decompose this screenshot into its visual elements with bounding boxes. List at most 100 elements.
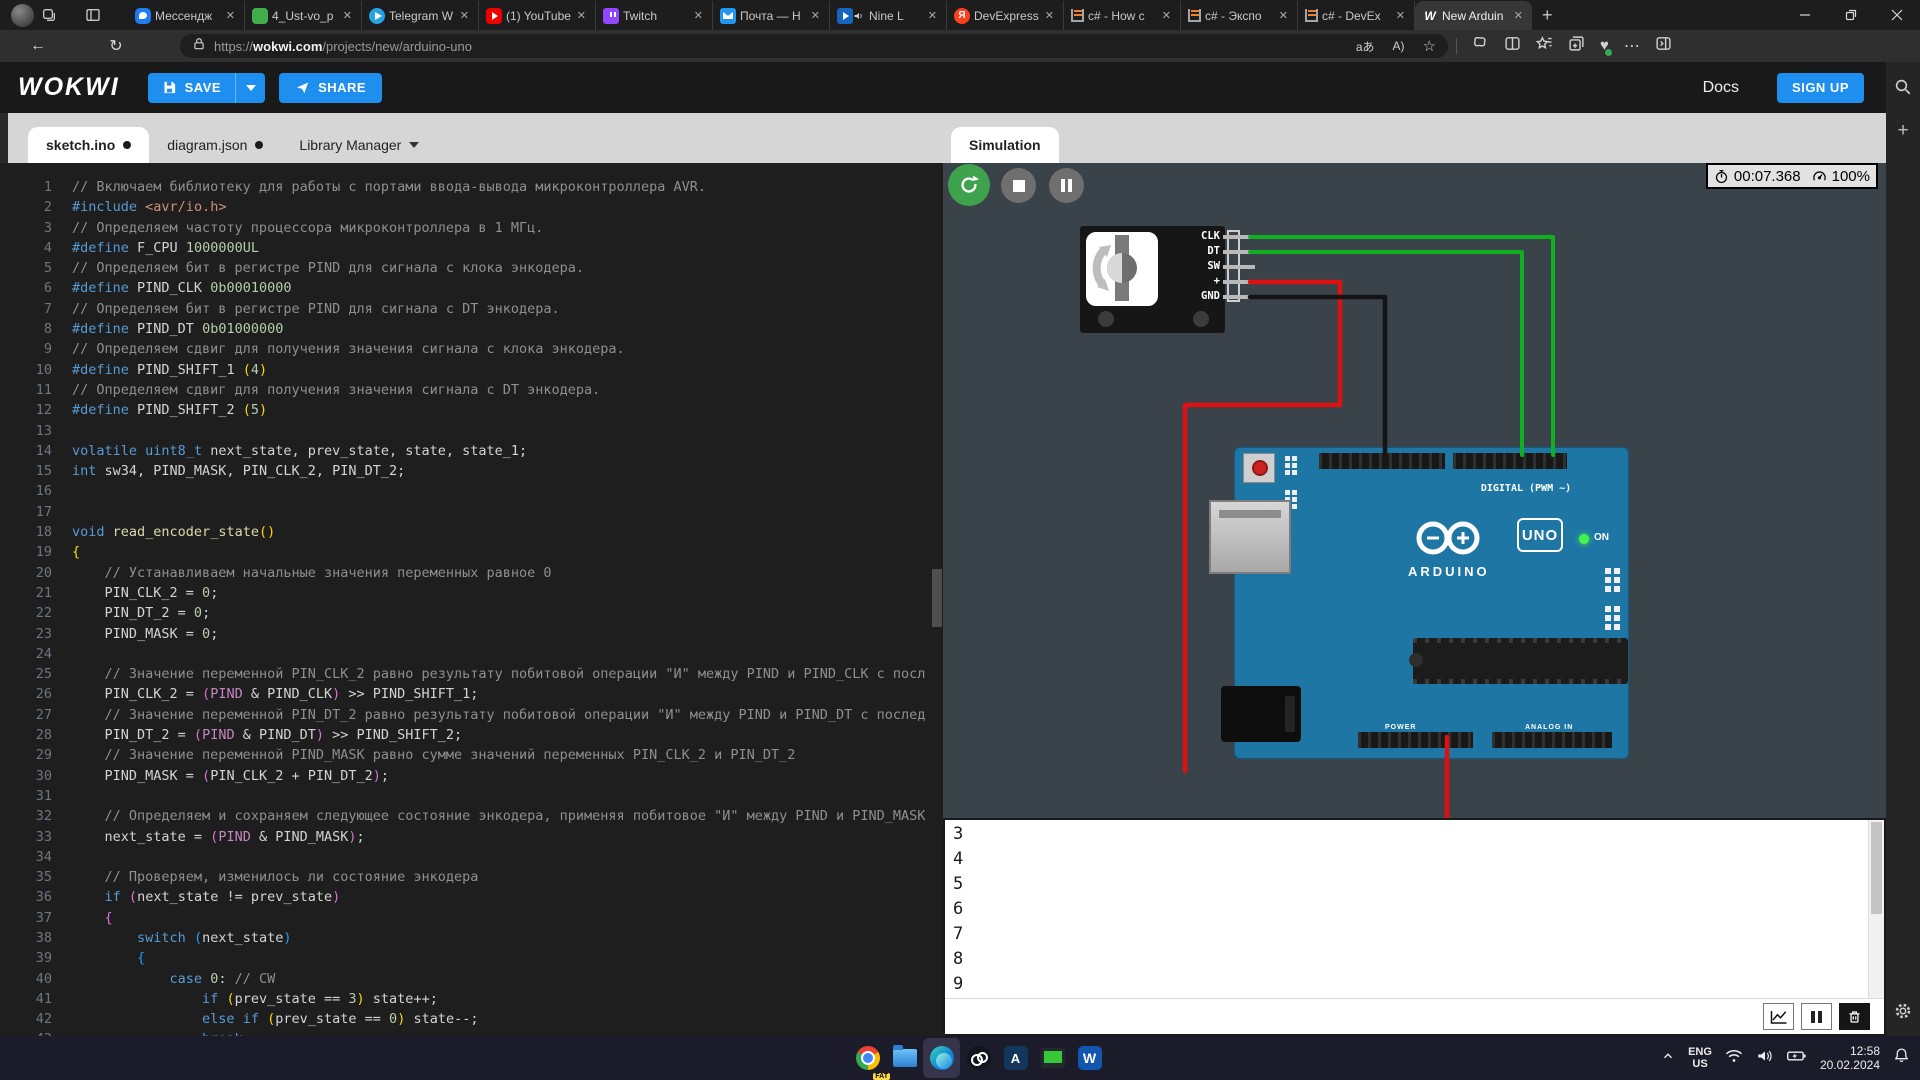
extension-icon[interactable]: [1472, 35, 1489, 57]
collections-icon[interactable]: [1568, 35, 1585, 57]
tray-chevron-icon[interactable]: [1661, 1049, 1675, 1068]
save-dropdown-button[interactable]: [235, 73, 265, 103]
analog-header[interactable]: [1492, 732, 1612, 748]
editor-scrollbar[interactable]: [932, 569, 942, 627]
tab-close-icon[interactable]: ✕: [224, 9, 237, 22]
tab-close-icon[interactable]: ✕: [1277, 9, 1290, 22]
editor-tab-diagram-json[interactable]: diagram.json: [149, 127, 281, 163]
windows-taskbar: FAT AW ENGUS 12:5820.02.2024: [0, 1036, 1920, 1080]
browser-tab[interactable]: Почта — H✕: [713, 1, 830, 30]
rotary-encoder[interactable]: CLKDTSW+GND: [1080, 226, 1270, 333]
tab-close-icon[interactable]: ✕: [1512, 9, 1525, 22]
tab-audio-icon[interactable]: [853, 10, 865, 22]
taskbar-app-edge[interactable]: [923, 1038, 960, 1078]
serial-output[interactable]: 3456789: [945, 820, 1868, 998]
sidebar-add-icon[interactable]: +: [1897, 120, 1908, 142]
restart-simulation-button[interactable]: [948, 164, 990, 206]
browser-tab[interactable]: WNew Arduin✕: [1415, 1, 1532, 30]
notifications-bell-icon[interactable]: [1893, 1047, 1910, 1069]
serial-scrollbar[interactable]: [1868, 820, 1884, 998]
sidebar-toggle-icon[interactable]: [1655, 35, 1672, 57]
browser-essentials-icon[interactable]: ♥: [1600, 37, 1609, 55]
encoder-knob[interactable]: [1086, 232, 1158, 306]
tab-close-icon[interactable]: ✕: [458, 9, 471, 22]
encoder-pin-sw[interactable]: [1223, 265, 1255, 269]
simulation-canvas[interactable]: 00:07.368 100% DIGITAL (PWM ~): [943, 163, 1886, 818]
docs-link[interactable]: Docs: [1703, 79, 1739, 97]
favorite-star-icon[interactable]: ☆: [1423, 37, 1436, 55]
tab-close-icon[interactable]: ✕: [575, 9, 588, 22]
serial-scrollbar-thumb[interactable]: [1871, 822, 1882, 914]
taskbar-app-start[interactable]: [812, 1038, 849, 1078]
encoder-pin-plus[interactable]: [1223, 280, 1255, 284]
save-button[interactable]: SAVE: [148, 73, 235, 103]
tab-close-icon[interactable]: ✕: [926, 9, 939, 22]
power-header[interactable]: [1358, 732, 1473, 748]
code-editor[interactable]: 1// Включаем библиотеку для работы с пор…: [0, 163, 943, 1036]
split-screen-icon[interactable]: [1504, 35, 1521, 57]
favorites-icon[interactable]: [1536, 35, 1553, 57]
taskbar-app-capture[interactable]: [1034, 1038, 1071, 1078]
arduino-uno-board[interactable]: DIGITAL (PWM ~) UNO ARDUINO ON: [1234, 447, 1629, 759]
profile-avatar[interactable]: [11, 4, 34, 27]
serial-plot-button[interactable]: [1763, 1003, 1794, 1030]
taskbar-app-app-a[interactable]: A: [997, 1038, 1034, 1078]
browser-tab[interactable]: Telegram W✕: [362, 1, 479, 30]
share-button[interactable]: SHARE: [279, 73, 382, 103]
close-window-button[interactable]: [1874, 0, 1920, 30]
taskbar-app-word[interactable]: W: [1071, 1038, 1108, 1078]
tab-close-icon[interactable]: ✕: [692, 9, 705, 22]
serial-clear-button[interactable]: [1839, 1003, 1870, 1030]
signup-button[interactable]: SIGN UP: [1777, 73, 1864, 103]
taskbar-app-steam[interactable]: [960, 1038, 997, 1078]
tab-close-icon[interactable]: ✕: [1394, 9, 1407, 22]
clock[interactable]: 12:5820.02.2024: [1820, 1044, 1880, 1072]
tab-close-icon[interactable]: ✕: [341, 9, 354, 22]
read-aloud-icon[interactable]: A): [1393, 39, 1405, 53]
browser-tab[interactable]: ЯDevExpress✕: [947, 1, 1064, 30]
atmega328-chip[interactable]: [1413, 638, 1628, 684]
search-icon[interactable]: [1892, 76, 1914, 98]
more-menu-icon[interactable]: ⋯: [1624, 36, 1640, 56]
browser-tab[interactable]: 4_Ust-vo_p✕: [245, 1, 362, 30]
translate-icon[interactable]: aあ: [1356, 38, 1375, 55]
minimize-button[interactable]: [1782, 0, 1828, 30]
encoder-pin-clk[interactable]: [1223, 235, 1255, 239]
browser-tab[interactable]: c# - Экспо✕: [1181, 1, 1298, 30]
pause-simulation-button[interactable]: [1049, 168, 1084, 203]
reset-button[interactable]: [1243, 453, 1275, 483]
battery-icon[interactable]: [1787, 1049, 1807, 1068]
language-indicator[interactable]: ENGUS: [1688, 1046, 1712, 1070]
editor-tab-sketch-ino[interactable]: sketch.ino: [28, 127, 149, 163]
encoder-pin-dt[interactable]: [1223, 250, 1255, 254]
workspaces-icon[interactable]: [34, 0, 64, 30]
digital-header-right[interactable]: [1319, 453, 1445, 469]
address-bar[interactable]: https://wokwi.com/projects/new/arduino-u…: [180, 34, 1448, 58]
tab-close-icon[interactable]: ✕: [1043, 9, 1056, 22]
taskbar-app-explorer[interactable]: [886, 1038, 923, 1078]
refresh-button[interactable]: ↻: [100, 30, 132, 62]
serial-pause-button[interactable]: [1801, 1003, 1832, 1030]
stop-simulation-button[interactable]: [1001, 168, 1036, 203]
browser-tab[interactable]: c# - How c✕: [1064, 1, 1181, 30]
settings-gear-icon[interactable]: [1892, 1000, 1914, 1022]
new-tab-button[interactable]: +: [1532, 5, 1563, 26]
tab-close-icon[interactable]: ✕: [1160, 9, 1173, 22]
wifi-icon[interactable]: [1725, 1048, 1743, 1069]
back-button[interactable]: ←: [22, 30, 54, 62]
tab-simulation[interactable]: Simulation: [951, 127, 1059, 163]
browser-tab[interactable]: c# - DevEx✕: [1298, 1, 1415, 30]
encoder-pin-gnd[interactable]: [1223, 295, 1255, 299]
browser-tab[interactable]: Twitch✕: [596, 1, 713, 30]
volume-icon[interactable]: [1756, 1048, 1774, 1069]
browser-tab[interactable]: Nine L✕: [830, 1, 947, 30]
reset-button-cap[interactable]: [1252, 460, 1268, 476]
vertical-tabs-icon[interactable]: [78, 0, 108, 30]
browser-tab[interactable]: Мессендж✕: [128, 1, 245, 30]
taskbar-app-chrome[interactable]: FAT: [849, 1038, 886, 1078]
tab-close-icon[interactable]: ✕: [809, 9, 822, 22]
restore-button[interactable]: [1828, 0, 1874, 30]
editor-tab-library-manager[interactable]: Library Manager: [281, 127, 437, 163]
browser-tab[interactable]: (1) YouTube✕: [479, 1, 596, 30]
digital-header-left[interactable]: [1453, 453, 1567, 469]
